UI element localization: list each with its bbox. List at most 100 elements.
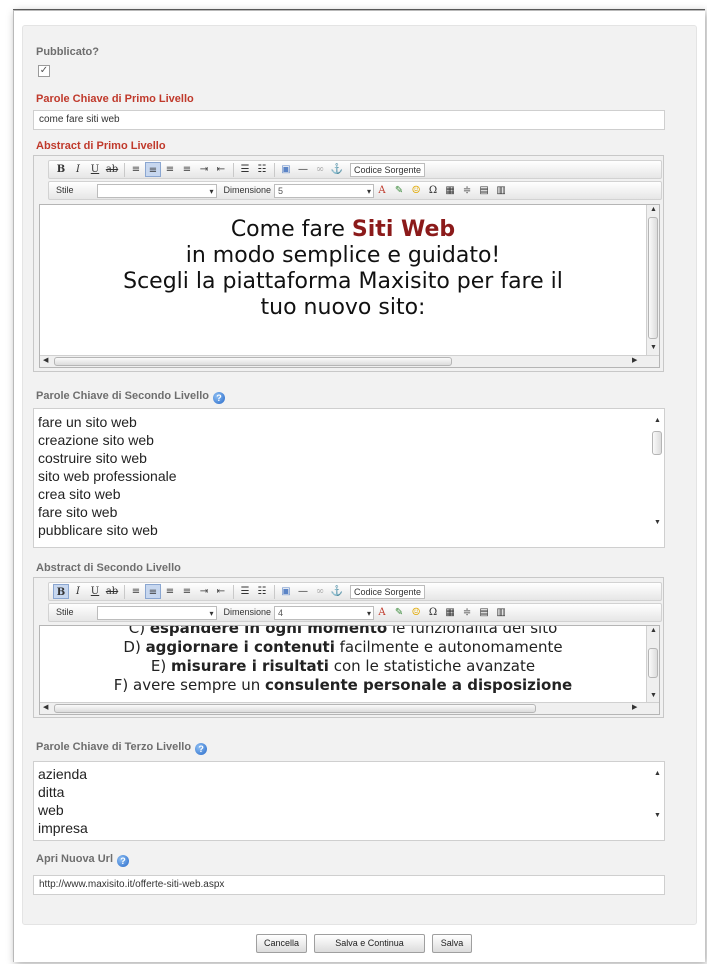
horizontal-rule-icon[interactable]: — <box>295 162 311 177</box>
scroll-down-icon[interactable]: ▼ <box>654 519 661 527</box>
toolbar-separator <box>124 162 125 177</box>
url-label-text: Apri Nuova Url <box>36 853 114 865</box>
published-checkbox[interactable]: ✓ <box>38 65 50 77</box>
outdent-icon[interactable]: ⇤ <box>213 162 229 177</box>
anchor-icon[interactable]: ⚓ <box>329 584 345 599</box>
table-icon[interactable]: ▦ <box>442 605 458 620</box>
align-left-icon[interactable]: ≡ <box>128 584 144 599</box>
scroll-thumb[interactable] <box>54 704 536 713</box>
scroll-left-icon[interactable]: ◀ <box>43 357 48 365</box>
highlight-icon[interactable]: ✎ <box>391 183 407 198</box>
url-input[interactable]: http://www.maxisito.it/offerte-siti-web.… <box>33 875 665 895</box>
abs2-line-f: F) avere sempre un consulente personale … <box>40 676 646 695</box>
kw3-textarea[interactable]: azienda ditta web impresa ▲ ▼ <box>33 761 665 841</box>
italic-button[interactable]: I <box>70 162 86 177</box>
align-right-icon[interactable]: ≡ <box>162 162 178 177</box>
help-icon[interactable]: ? <box>213 392 225 404</box>
abs1-toolbar-row1: B I U ab ≡ ≡ ≡ ≡ ⇥ ⇤ ☰ ☷ ▣ — ∞ ⚓ Codice … <box>48 160 662 179</box>
scroll-up-icon[interactable]: ▲ <box>650 627 657 635</box>
save-button[interactable]: Salva <box>432 934 472 953</box>
bold-button[interactable]: B <box>53 584 69 599</box>
scroll-thumb[interactable] <box>54 357 452 366</box>
scroll-thumb[interactable] <box>648 648 658 678</box>
justify-icon[interactable]: ≡ <box>179 584 195 599</box>
image-icon[interactable]: ▣ <box>278 162 294 177</box>
justify-icon[interactable]: ≡ <box>179 162 195 177</box>
underline-button[interactable]: U <box>87 162 103 177</box>
scroll-right-icon[interactable]: ▶ <box>632 357 637 365</box>
ordered-list-icon[interactable]: ☰ <box>237 162 253 177</box>
template-icon[interactable]: ▤ <box>476 605 492 620</box>
kw1-input[interactable]: come fare siti web <box>33 110 665 130</box>
scroll-up-icon[interactable]: ▲ <box>654 417 661 425</box>
toolbar-separator <box>274 584 275 599</box>
scroll-up-icon[interactable]: ▲ <box>654 770 661 778</box>
maximize-icon[interactable]: ▥ <box>493 183 509 198</box>
unordered-list-icon[interactable]: ☷ <box>254 162 270 177</box>
special-char-icon[interactable]: Ω <box>425 183 441 198</box>
strikethrough-icon[interactable]: ab <box>104 162 120 177</box>
indent-icon[interactable]: ⇥ <box>196 162 212 177</box>
table-icon[interactable]: ▦ <box>442 183 458 198</box>
abs2-c-letter: C) <box>128 625 150 637</box>
link-icon[interactable]: ∞ <box>312 162 328 177</box>
size-select[interactable]: 4 <box>274 605 375 620</box>
scroll-down-icon[interactable]: ▼ <box>654 812 661 820</box>
scroll-down-icon[interactable]: ▼ <box>650 344 657 352</box>
align-right-icon[interactable]: ≡ <box>162 584 178 599</box>
scroll-thumb[interactable] <box>652 431 662 455</box>
abs2-horizontal-scrollbar[interactable]: ◀ ▶ <box>40 702 659 714</box>
link-icon[interactable]: ∞ <box>312 584 328 599</box>
italic-button[interactable]: I <box>70 584 86 599</box>
style-select[interactable] <box>96 183 217 198</box>
abs2-content-area[interactable]: C) espandere in ogni momento le funziona… <box>39 625 660 715</box>
anchor-icon[interactable]: ⚓ <box>329 162 345 177</box>
page-break-icon[interactable]: ≑ <box>459 605 475 620</box>
underline-button[interactable]: U <box>87 584 103 599</box>
strikethrough-icon[interactable]: ab <box>104 584 120 599</box>
special-char-icon[interactable]: Ω <box>425 605 441 620</box>
abs1-vertical-scrollbar[interactable]: ▲ ▼ <box>646 205 659 355</box>
cancel-button[interactable]: Cancella <box>256 934 307 953</box>
scroll-down-icon[interactable]: ▼ <box>650 692 657 700</box>
align-center-icon[interactable]: ≡ <box>145 162 161 177</box>
scroll-up-icon[interactable]: ▲ <box>650 206 657 214</box>
font-color-icon[interactable]: A <box>374 605 390 620</box>
help-icon[interactable]: ? <box>117 855 130 867</box>
smiley-icon[interactable]: ☺ <box>408 183 424 198</box>
highlight-icon[interactable]: ✎ <box>391 605 407 620</box>
abs1-content-area[interactable]: Come fare Siti Web in modo semplice e gu… <box>39 204 660 368</box>
page-break-icon[interactable]: ≑ <box>459 183 475 198</box>
align-center-icon[interactable]: ≡ <box>145 584 161 599</box>
scroll-thumb[interactable] <box>648 217 658 339</box>
font-color-icon[interactable]: A <box>374 183 390 198</box>
kw3-scrollbar[interactable]: ▲ ▼ <box>651 762 664 840</box>
source-code-button[interactable]: Codice Sorgente <box>350 584 426 599</box>
style-select[interactable] <box>96 605 217 620</box>
align-left-icon[interactable]: ≡ <box>128 162 144 177</box>
horizontal-rule-icon[interactable]: — <box>295 584 311 599</box>
maximize-icon[interactable]: ▥ <box>493 605 509 620</box>
kw2-scrollbar[interactable]: ▲ ▼ <box>651 409 664 547</box>
abs1-horizontal-scrollbar[interactable]: ◀ ▶ <box>40 355 659 367</box>
indent-icon[interactable]: ⇥ <box>196 584 212 599</box>
outdent-icon[interactable]: ⇤ <box>213 584 229 599</box>
help-icon[interactable]: ? <box>195 743 208 755</box>
ordered-list-icon[interactable]: ☰ <box>237 584 253 599</box>
abs2-f-letter: F) <box>113 676 134 694</box>
abs2-editor: B I U ab ≡ ≡ ≡ ≡ ⇥ ⇤ ☰ ☷ ▣ — ∞ ⚓ Codice … <box>33 577 664 718</box>
unordered-list-icon[interactable]: ☷ <box>254 584 270 599</box>
image-icon[interactable]: ▣ <box>278 584 294 599</box>
style-label: Stile <box>56 606 74 617</box>
save-continue-button[interactable]: Salva e Continua <box>314 934 425 953</box>
kw2-textarea[interactable]: fare un sito web creazione sito web cost… <box>33 408 665 548</box>
source-code-button[interactable]: Codice Sorgente <box>350 162 426 177</box>
scroll-left-icon[interactable]: ◀ <box>43 704 48 712</box>
abs2-vertical-scrollbar[interactable]: ▲ ▼ <box>646 626 659 702</box>
kw2-label-text: Parole Chiave di Secondo Livello <box>36 390 209 402</box>
bold-button[interactable]: B <box>53 162 69 177</box>
template-icon[interactable]: ▤ <box>476 183 492 198</box>
smiley-icon[interactable]: ☺ <box>408 605 424 620</box>
size-select[interactable]: 5 <box>274 183 375 198</box>
scroll-right-icon[interactable]: ▶ <box>632 704 637 712</box>
